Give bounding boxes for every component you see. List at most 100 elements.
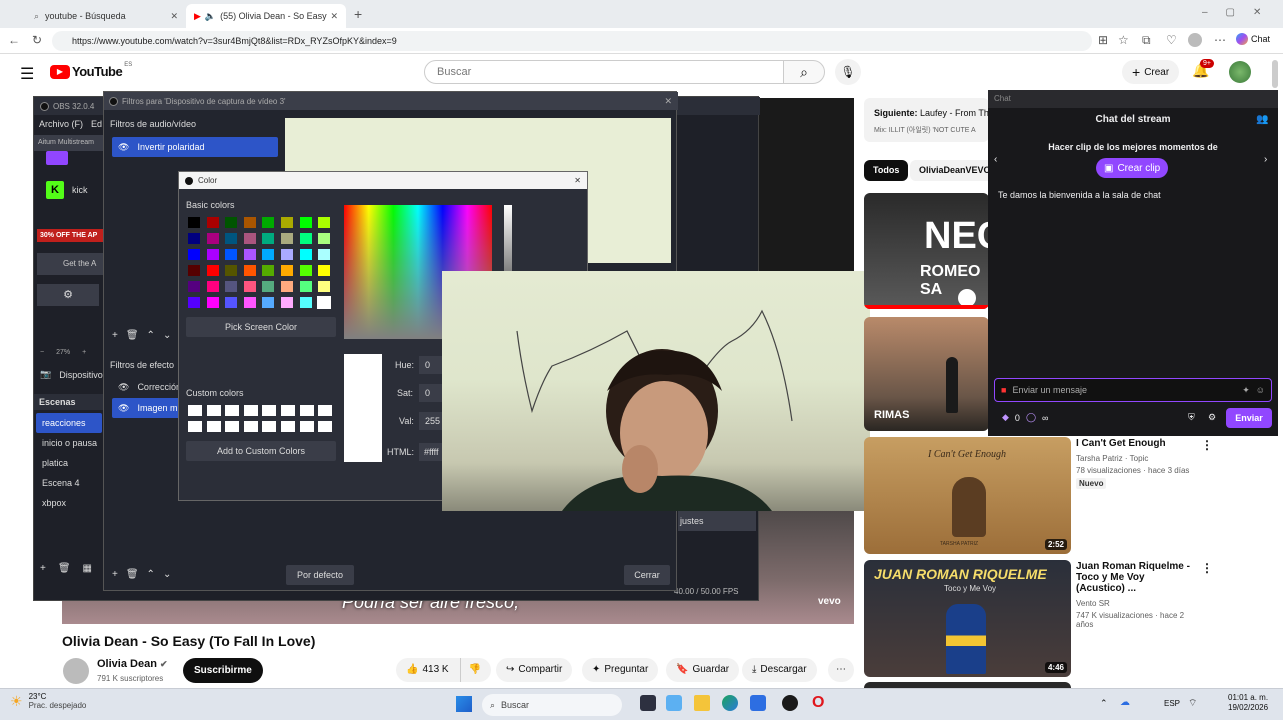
gear-icon[interactable]: ⚙: [1208, 412, 1216, 423]
subscribe-button[interactable]: Suscribirme: [183, 658, 263, 683]
send-button[interactable]: Enviar: [1226, 408, 1272, 428]
color-swatch[interactable]: [281, 281, 293, 292]
color-swatch[interactable]: [281, 265, 293, 276]
filter-icon[interactable]: ▦: [83, 563, 92, 574]
create-button[interactable]: + Crear: [1122, 60, 1180, 84]
custom-color-slot[interactable]: [318, 405, 333, 416]
tab-video[interactable]: ▶ 🔈 (55) Olivia Dean - So Easy (To ✕: [186, 4, 346, 28]
html-field[interactable]: #ffff: [419, 443, 443, 461]
color-swatch[interactable]: [225, 297, 238, 308]
audio-filters-toolbar[interactable]: + 🗑 ⌃ ⌄: [112, 330, 171, 341]
notifications-button[interactable]: 🔔 9+: [1192, 59, 1214, 79]
custom-color-slot[interactable]: [262, 405, 277, 416]
eye-icon[interactable]: 👁: [118, 403, 129, 414]
scene-item[interactable]: platica: [36, 453, 102, 473]
channel-name[interactable]: Olivia Dean ✔: [97, 658, 168, 670]
color-swatch[interactable]: [225, 233, 238, 244]
effect-filter-item[interactable]: 👁 Corrección: [112, 377, 182, 397]
task-view-icon[interactable]: [640, 695, 656, 711]
sidebar-icon[interactable]: ⧉: [1142, 34, 1151, 46]
color-swatch[interactable]: [262, 297, 275, 308]
color-swatch[interactable]: [188, 297, 200, 308]
taskbar-search[interactable]: ⌕ Buscar: [482, 694, 622, 716]
close-icon[interactable]: ✕: [664, 96, 672, 107]
color-swatch[interactable]: [281, 217, 293, 228]
color-swatch[interactable]: [225, 281, 238, 292]
color-swatch[interactable]: [243, 249, 256, 260]
sat-field[interactable]: 0: [419, 384, 443, 402]
opera-icon[interactable]: O: [812, 694, 824, 712]
page-scrollbar[interactable]: [1272, 60, 1278, 88]
color-swatch[interactable]: [299, 265, 312, 276]
file-explorer-icon[interactable]: [694, 695, 710, 711]
audio-filter-item[interactable]: 👁 Invertir polaridad: [112, 137, 278, 157]
chevron-left-icon[interactable]: ‹: [994, 154, 997, 165]
edge-icon[interactable]: [722, 695, 738, 711]
menu-icon[interactable]: ☰: [20, 64, 34, 84]
add-custom-color-button[interactable]: Add to Custom Colors: [186, 441, 336, 461]
close-icon[interactable]: ✕: [170, 11, 178, 22]
share-button[interactable]: ↪ Compartir: [496, 658, 573, 682]
clock[interactable]: 01:01 a. m. 19/02/2026: [1228, 693, 1268, 714]
emoji-icon[interactable]: ☺: [1256, 385, 1265, 395]
scenes-toolbar[interactable]: + 🗑 ▦: [40, 563, 92, 574]
trash-icon[interactable]: 🗑: [126, 330, 139, 341]
color-swatch[interactable]: [281, 297, 293, 308]
mic-button[interactable]: 🎙: [835, 59, 861, 85]
custom-color-slot[interactable]: [206, 405, 221, 416]
back-icon[interactable]: ←: [8, 34, 20, 46]
onedrive-icon[interactable]: ☁: [1120, 697, 1130, 708]
rec-info[interactable]: Juan Roman Riquelme - Toco y Me Voy (Acu…: [1076, 561, 1196, 629]
custom-color-slot[interactable]: [281, 405, 295, 416]
custom-color-slot[interactable]: [225, 405, 240, 416]
rec-thumb[interactable]: NECI ROMEO SA: [864, 193, 989, 309]
custom-color-slot[interactable]: [281, 421, 295, 432]
bits-icon[interactable]: ✦: [1242, 385, 1250, 396]
eye-icon[interactable]: 👁: [118, 382, 129, 393]
custom-color-slot[interactable]: [243, 405, 258, 416]
scene-item[interactable]: inicio o pausa: [36, 433, 102, 453]
color-swatch[interactable]: [299, 233, 312, 244]
ajustes-button[interactable]: justes: [678, 511, 756, 531]
language-indicator[interactable]: ESP: [1164, 699, 1180, 708]
zoom-controls[interactable]: −27% +: [40, 349, 86, 356]
star-icon[interactable]: ☆: [1118, 34, 1129, 46]
add-icon[interactable]: +: [40, 563, 46, 574]
color-swatch[interactable]: [317, 296, 332, 309]
get-app-button[interactable]: Get the A: [37, 253, 107, 275]
rec-thumb[interactable]: JUAN ROMAN RIQUELME Toco y Me Voy 4:46: [864, 560, 1071, 677]
close-icon[interactable]: ✕: [574, 176, 581, 185]
chevron-right-icon[interactable]: ›: [1264, 154, 1267, 165]
color-swatch[interactable]: [318, 265, 331, 276]
youtube-logo[interactable]: ▶ YouTube ES: [50, 62, 132, 79]
channel-avatar[interactable]: [63, 658, 89, 684]
create-clip-button[interactable]: ▣ Crear clip: [1096, 158, 1169, 178]
search-input[interactable]: Buscar: [424, 60, 784, 84]
color-swatch[interactable]: [206, 265, 219, 276]
color-swatch[interactable]: [318, 249, 331, 260]
color-swatch[interactable]: [225, 249, 238, 260]
chat-input[interactable]: ■ Enviar un mensaje ✦ ☺: [994, 378, 1272, 402]
account-avatar[interactable]: [1229, 61, 1251, 83]
rec-thumb[interactable]: RIMAS: [864, 317, 989, 431]
scene-item[interactable]: Escena 4: [36, 473, 102, 493]
menu-archivo[interactable]: Archivo (F): [39, 119, 83, 129]
like-icon[interactable]: 👍: [406, 658, 418, 682]
color-swatch[interactable]: [299, 217, 312, 228]
up-icon[interactable]: ⌃: [147, 569, 155, 580]
hue-field[interactable]: 0: [419, 356, 443, 374]
tray-chevron-icon[interactable]: ⌃: [1100, 698, 1108, 709]
color-swatch[interactable]: [318, 281, 331, 292]
close-icon[interactable]: ✕: [330, 11, 338, 22]
custom-color-slot[interactable]: [225, 421, 240, 432]
trash-icon[interactable]: 🗑: [126, 569, 139, 580]
color-swatch[interactable]: [243, 297, 256, 308]
rec-thumb[interactable]: I Can't Get Enough TARSHA PATRIZ 2:52: [864, 437, 1071, 554]
val-field[interactable]: 255: [419, 412, 443, 430]
tab-youtube-search[interactable]: ⌕ youtube - Búsqueda ✕: [26, 4, 186, 28]
color-swatch[interactable]: [262, 249, 275, 260]
color-swatch[interactable]: [262, 217, 275, 228]
scene-item[interactable]: xbpox: [36, 493, 102, 513]
extensions-icon[interactable]: ⊞: [1098, 34, 1108, 46]
color-swatch[interactable]: [281, 233, 293, 244]
